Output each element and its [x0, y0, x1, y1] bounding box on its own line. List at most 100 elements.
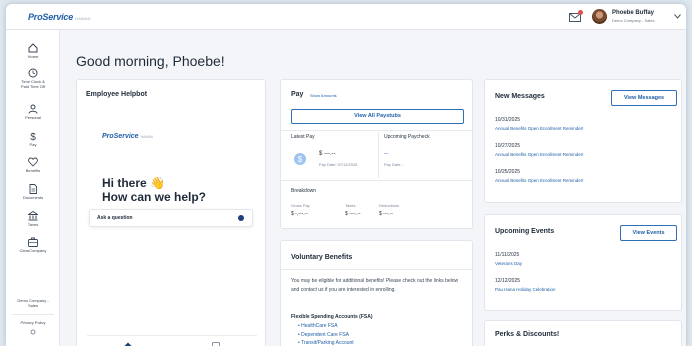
event-date: 12/12/2025 — [495, 278, 521, 284]
sidebar-item-personal[interactable]: Personal — [6, 104, 60, 120]
helpbot-question: How can we help? — [102, 190, 207, 204]
app-window: ProService HAWAII Phoebe Buffay Demo Comp… — [6, 4, 686, 346]
upcoming-events-card: Upcoming Events View Events 11/11/2025 V… — [484, 214, 682, 311]
briefcase-icon — [28, 237, 38, 247]
sidebar-item-time-clock[interactable]: Time Clock & Paid Time Off — [6, 68, 60, 89]
proservice-logo[interactable]: ProService HAWAII — [28, 12, 91, 22]
coin-icon: $ — [294, 153, 306, 165]
voluntary-benefits-title: Voluntary Benefits — [291, 254, 353, 261]
message-date: 10/25/2025 — [495, 169, 521, 175]
event-link[interactable]: Pau Hana Holiday Celebration — [495, 287, 556, 292]
taxes-label: Taxes — [345, 203, 356, 208]
helpbot-divider — [87, 335, 257, 336]
new-messages-card: New Messages View Messages 10/31/2025 An… — [484, 79, 682, 203]
voluntary-divider — [281, 269, 472, 270]
event-link[interactable]: Veterans Day — [495, 261, 522, 266]
person-icon — [28, 104, 38, 114]
sidebar-item-pay[interactable]: $ Pay — [6, 131, 60, 147]
sidebar-item-label: Home — [27, 54, 39, 59]
info-icon[interactable] — [238, 215, 244, 221]
deductions-value: $ ---.-- — [379, 211, 393, 217]
message-date: 10/31/2025 — [495, 117, 521, 123]
sidebar-item-label: ClearCompany — [19, 248, 47, 253]
sidebar-item-label: Benefits — [25, 168, 41, 173]
gross-pay-value: $ -,---.-- — [291, 211, 308, 217]
user-name: Phoebe Buffay — [612, 9, 655, 16]
voluntary-benefits-card: Voluntary Benefits You may be eligible f… — [280, 240, 473, 346]
sidebar-item-label-2: Paid Time Off — [20, 84, 46, 89]
wave-emoji-icon: 👋 — [150, 176, 165, 190]
upcoming-paycheck-date: Pay Date: - — [384, 162, 405, 167]
latest-pay-date: Pay Date: 07/11/2025 — [319, 162, 358, 167]
perks-title: Perks & Discounts! — [495, 331, 560, 338]
chat-home-icon[interactable] — [124, 342, 132, 346]
upcoming-paycheck-label: Upcoming Paycheck — [384, 134, 430, 140]
sidebar-item-label: Taxes — [27, 222, 39, 227]
user-company: Demo Company - Sales — [612, 17, 655, 23]
perks-card: Perks & Discounts! — [484, 320, 682, 346]
gross-pay-label: Gross Pay — [291, 203, 310, 208]
notification-badge — [578, 10, 583, 15]
heart-icon — [28, 157, 38, 167]
document-icon — [29, 184, 37, 194]
upcoming-paycheck-amount: -- — [384, 151, 388, 157]
view-events-button[interactable]: View Events — [620, 225, 677, 241]
sidebar-item-taxes[interactable]: Taxes — [6, 211, 60, 227]
breakdown-label: Breakdown — [291, 188, 317, 194]
pay-divider — [281, 130, 472, 131]
sidebar-divider — [12, 314, 54, 315]
ask-question-label: Ask a question — [97, 215, 133, 221]
svg-text:$: $ — [30, 132, 36, 141]
message-date: 10/27/2025 — [495, 143, 521, 149]
helpbot-logo: ProService HAWAII — [102, 133, 153, 140]
sidebar-item-documents[interactable]: Documents — [6, 184, 60, 200]
new-messages-title: New Messages — [495, 93, 545, 100]
message-link[interactable]: Annual Benefits Open Enrollment Reminder… — [495, 152, 584, 157]
voluntary-benefits-body: You may be eligible for additional benef… — [291, 278, 459, 293]
sidebar-item-label: Pay — [29, 142, 37, 147]
sidebar-company[interactable]: Demo Company - Sales — [6, 298, 60, 308]
avatar — [592, 9, 607, 24]
top-bar: ProService HAWAII Phoebe Buffay Demo Comp… — [6, 4, 686, 30]
fsa-link-transit-parking[interactable]: • Transit/Parking Account — [298, 339, 354, 346]
dollar-icon: $ — [30, 132, 36, 141]
helpbot-title: Employee Helpbot — [86, 91, 148, 98]
ask-question-input[interactable]: Ask a question — [89, 209, 253, 227]
pay-card: Pay Show Amounts View All Paystubs Lates… — [280, 79, 473, 229]
sidebar-item-label: Documents — [22, 195, 44, 200]
pay-title: Pay — [291, 91, 304, 98]
chat-messages-icon[interactable] — [212, 342, 220, 346]
sidebar-item-home[interactable]: Home — [6, 43, 60, 59]
sidebar-item-clearcompany[interactable]: ClearCompany — [6, 237, 60, 253]
fsa-heading: Flexible Spending Accounts (FSA) — [291, 314, 373, 320]
chevron-down-icon[interactable] — [674, 14, 681, 19]
latest-pay-amount: $ ---.-- — [319, 151, 336, 157]
sidebar-item-label: Personal — [25, 115, 41, 120]
page-title: Good morning, Phoebe! — [76, 53, 225, 69]
helpbot-hello: Hi there 👋 — [102, 176, 165, 190]
deductions-label: Deductions — [379, 203, 400, 208]
sidebar: Home Time Clock & Paid Time Off Personal… — [6, 30, 60, 346]
svg-text:$: $ — [298, 155, 303, 164]
pay-divider-2 — [281, 180, 472, 181]
message-link[interactable]: Annual Benefits Open Enrollment Reminder… — [495, 126, 584, 131]
fsa-link-healthcare[interactable]: • HealthCare FSA — [298, 322, 354, 331]
gear-icon[interactable] — [30, 329, 36, 335]
bank-icon — [28, 211, 38, 221]
privacy-policy-link[interactable]: Privacy Policy — [6, 320, 60, 325]
fsa-list: • HealthCare FSA • Dependent Care FSA • … — [298, 322, 354, 346]
helpbot-card: Employee Helpbot ProService HAWAII Hi the… — [76, 79, 266, 346]
user-menu[interactable]: Phoebe Buffay Demo Company - Sales — [592, 9, 654, 24]
fsa-link-dependent-care[interactable]: • Dependent Care FSA — [298, 331, 354, 340]
pay-column-divider — [378, 132, 379, 178]
view-all-paystubs-button[interactable]: View All Paystubs — [291, 109, 464, 124]
sidebar-item-benefits[interactable]: Benefits — [6, 157, 60, 173]
home-icon — [28, 43, 38, 53]
show-amounts-link[interactable]: Show Amounts — [310, 93, 337, 98]
clock-icon — [28, 68, 38, 78]
upcoming-events-title: Upcoming Events — [495, 228, 555, 235]
taxes-value: $ ----.-- — [345, 211, 361, 217]
view-messages-button[interactable]: View Messages — [611, 90, 677, 106]
latest-pay-label: Latest Pay — [291, 134, 315, 140]
message-link[interactable]: Annual Benefits Open Enrollment Reminder… — [495, 178, 584, 183]
